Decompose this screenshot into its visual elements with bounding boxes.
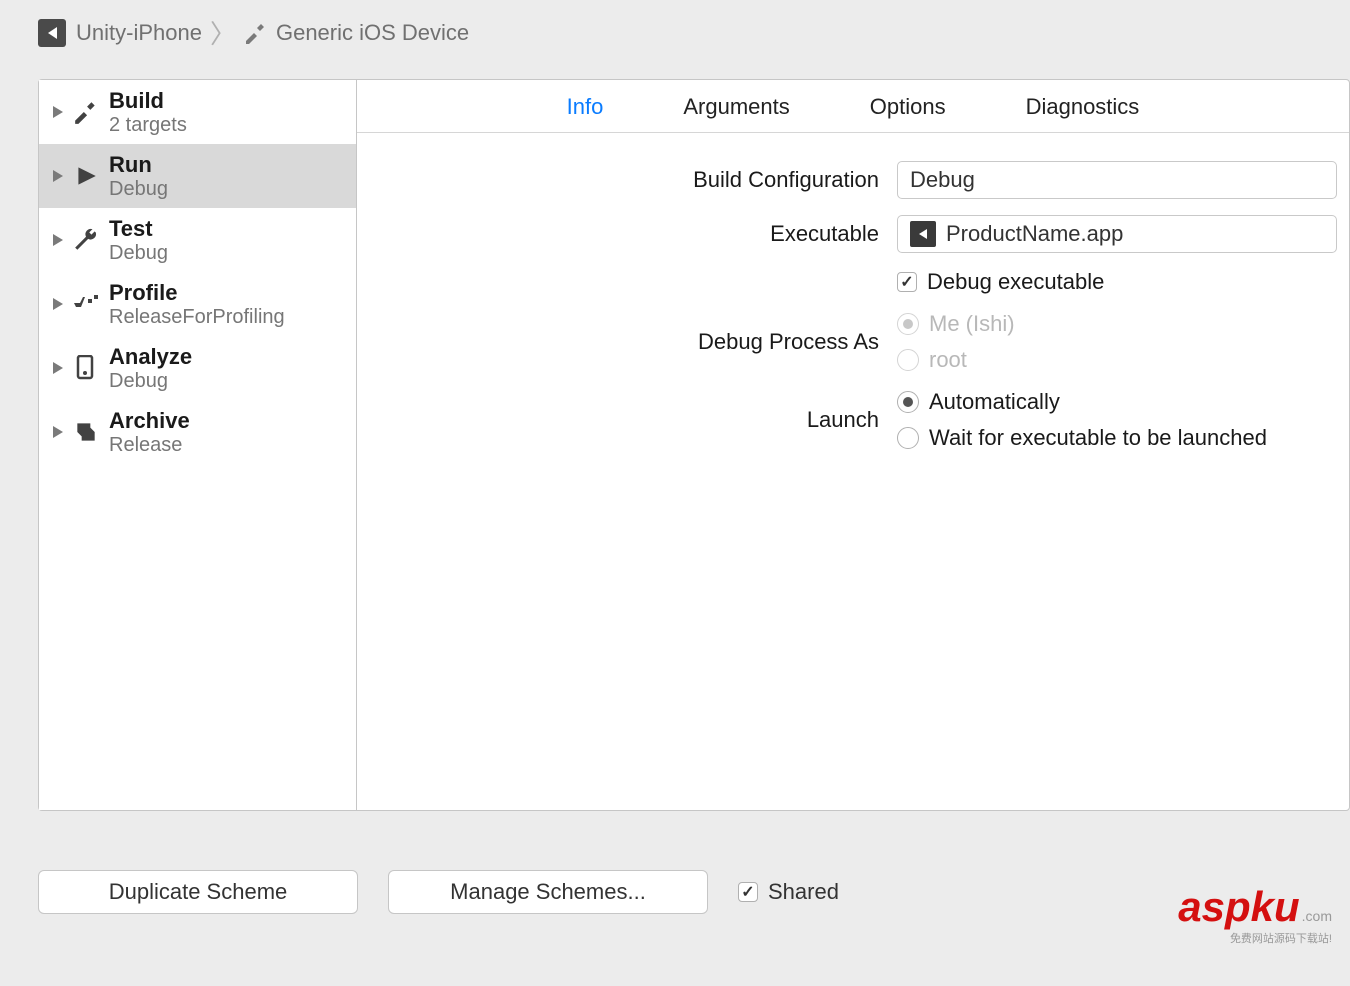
tab-bar: Info Arguments Options Diagnostics [357, 80, 1349, 133]
debug-process-root-radio [897, 349, 919, 371]
unity-app-icon [910, 221, 936, 247]
gauge-icon [71, 293, 101, 315]
scheme-subtitle: Debug [109, 370, 192, 393]
disclosure-triangle-icon[interactable] [53, 170, 63, 182]
watermark-sub: 免费网站源码下载站! [1230, 930, 1332, 946]
play-icon [71, 163, 101, 189]
scheme-subtitle: Release [109, 434, 190, 457]
scheme-subtitle: Debug [109, 178, 168, 201]
chevron-right-icon: 〉 [210, 14, 236, 51]
scheme-title: Analyze [109, 344, 192, 370]
sidebar-item-test[interactable]: Test Debug [39, 208, 356, 272]
scheme-title: Archive [109, 408, 190, 434]
duplicate-scheme-button[interactable]: Duplicate Scheme [38, 870, 358, 914]
executable-select[interactable]: ProductName.app [897, 215, 1337, 253]
disclosure-triangle-icon[interactable] [53, 362, 63, 374]
scheme-sidebar: Build 2 targets Run Debug Test Debug [39, 80, 357, 810]
sidebar-item-analyze[interactable]: Analyze Debug [39, 336, 356, 400]
scheme-title: Run [109, 152, 168, 178]
unity-project-icon [38, 19, 66, 47]
info-form: Build Configuration Debug Executable Pro… [357, 133, 1349, 467]
scheme-editor-panel: Build 2 targets Run Debug Test Debug [38, 79, 1350, 811]
breadcrumb-project[interactable]: Unity-iPhone [76, 20, 202, 46]
hammer-icon [71, 99, 101, 125]
shared-checkbox[interactable] [738, 882, 758, 902]
breadcrumb-device[interactable]: Generic iOS Device [276, 20, 469, 46]
footer-bar: Duplicate Scheme Manage Schemes... Share… [38, 870, 839, 914]
scheme-content: Info Arguments Options Diagnostics Build… [357, 80, 1349, 810]
executable-label: Executable [357, 221, 897, 247]
build-config-select[interactable]: Debug [897, 161, 1337, 199]
hammer-icon [244, 21, 268, 45]
scheme-title: Test [109, 216, 168, 242]
watermark-logo: aspku.com [1178, 886, 1332, 928]
scheme-title: Profile [109, 280, 285, 306]
manage-schemes-button[interactable]: Manage Schemes... [388, 870, 708, 914]
launch-wait-radio[interactable] [897, 427, 919, 449]
sidebar-item-profile[interactable]: Profile ReleaseForProfiling [39, 272, 356, 336]
debug-process-me-radio [897, 313, 919, 335]
wrench-icon [71, 227, 101, 253]
debug-process-root-label: root [929, 347, 967, 373]
launch-wait-label: Wait for executable to be launched [929, 425, 1267, 451]
debug-process-label: Debug Process As [357, 329, 897, 355]
scheme-subtitle: 2 targets [109, 114, 187, 137]
scheme-subtitle: ReleaseForProfiling [109, 306, 285, 329]
launch-label: Launch [357, 407, 897, 433]
sidebar-item-archive[interactable]: Archive Release [39, 400, 356, 464]
debug-process-me-label: Me (Ishi) [929, 311, 1015, 337]
watermark: aspku.com 免费网站源码下载站! [1178, 886, 1332, 946]
debug-executable-checkbox[interactable] [897, 272, 917, 292]
tab-options[interactable]: Options [870, 94, 946, 120]
sidebar-item-build[interactable]: Build 2 targets [39, 80, 356, 144]
breadcrumb: Unity-iPhone 〉 Generic iOS Device [0, 0, 1350, 79]
disclosure-triangle-icon[interactable] [53, 106, 63, 118]
sidebar-item-run[interactable]: Run Debug [39, 144, 356, 208]
shared-label: Shared [768, 879, 839, 905]
executable-value: ProductName.app [946, 221, 1123, 247]
scheme-subtitle: Debug [109, 242, 168, 265]
launch-auto-label: Automatically [929, 389, 1060, 415]
disclosure-triangle-icon[interactable] [53, 426, 63, 438]
disclosure-triangle-icon[interactable] [53, 234, 63, 246]
build-config-value: Debug [910, 167, 975, 193]
build-config-label: Build Configuration [357, 167, 897, 193]
tab-diagnostics[interactable]: Diagnostics [1026, 94, 1140, 120]
document-icon [71, 355, 101, 381]
archive-icon [71, 419, 101, 445]
scheme-title: Build [109, 88, 187, 114]
debug-executable-label: Debug executable [927, 269, 1104, 295]
disclosure-triangle-icon[interactable] [53, 298, 63, 310]
tab-info[interactable]: Info [567, 94, 604, 120]
tab-arguments[interactable]: Arguments [683, 94, 789, 120]
launch-auto-radio[interactable] [897, 391, 919, 413]
